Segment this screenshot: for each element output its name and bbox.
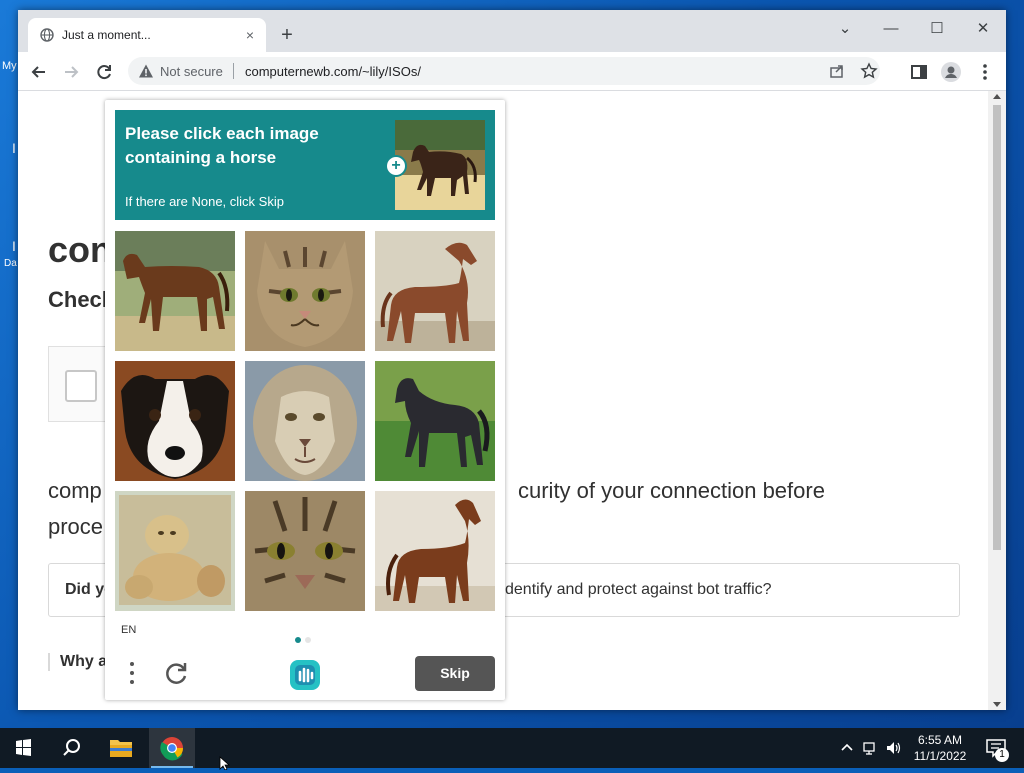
desktop-icon-label[interactable]: I [12,140,16,156]
desktop-icon-label[interactable]: My [2,60,17,72]
system-clock[interactable]: 6:55 AM 11/1/2022 [912,732,968,764]
language-selector[interactable]: EN [121,624,136,636]
minimize-button[interactable]: — [876,16,906,42]
zoom-plus-icon[interactable]: + [385,155,407,177]
captcha-hint: If there are None, click Skip [125,194,284,209]
captcha-prompt: Please click each image containing a hor… [125,124,319,167]
verify-checkbox[interactable] [65,370,97,402]
why-section-heading: Why a [48,653,107,671]
faq-question-end: dentify and protect against bot traffic? [505,581,772,598]
address-bar[interactable]: Not secure computernewb.com/~lily/ISOs/ [128,57,880,85]
toolbar: Not secure computernewb.com/~lily/ISOs/ [18,52,1006,91]
tab-just-a-moment[interactable]: Just a moment... × [28,18,266,52]
tile-chestnut-horse[interactable] [375,231,495,351]
page-dot-active [295,637,301,643]
tab-title: Just a moment... [62,28,151,42]
clock-date: 11/1/2022 [913,749,967,763]
tab-strip: Just a moment... × + ⌄ — ☐ ✕ [18,10,1006,52]
tab-search-button[interactable]: ⌄ [830,16,860,42]
chrome-taskbar-button[interactable] [149,728,195,768]
scroll-up-icon[interactable] [993,94,1001,99]
file-explorer-icon[interactable] [98,728,144,768]
tile-tabby-cat[interactable] [245,231,365,351]
chevron-up-icon[interactable] [838,739,856,757]
clock-time: 6:55 AM [917,733,963,747]
captcha-challenge: Please click each image containing a hor… [105,100,505,700]
tile-border-collie-dog[interactable] [115,361,235,481]
back-arrow-icon[interactable] [28,61,50,83]
skip-button[interactable]: Skip [415,656,495,691]
network-icon[interactable] [862,739,880,757]
divider [233,63,234,79]
warning-icon[interactable] [138,63,154,79]
captcha-header: Please click each image containing a hor… [115,110,495,220]
scroll-thumb[interactable] [993,105,1001,550]
tile-black-horse[interactable] [375,361,495,481]
desktop-icon-label[interactable]: I [12,238,16,254]
profile-avatar-icon[interactable] [940,61,962,83]
forward-arrow-icon[interactable] [60,61,82,83]
vertical-scrollbar[interactable] [988,91,1006,710]
search-icon[interactable] [48,728,94,768]
scroll-down-icon[interactable] [993,702,1001,707]
tile-lion-cubs[interactable] [115,491,235,611]
page-indicator [295,630,315,648]
refresh-icon[interactable] [163,660,189,686]
captcha-menu-icon[interactable] [125,660,139,686]
hcaptcha-logo-icon[interactable] [288,658,322,692]
tile-tabby-cat-closeup[interactable] [245,491,365,611]
star-icon[interactable] [860,62,878,80]
page-dot [305,637,311,643]
volume-icon[interactable] [884,739,902,757]
tile-brown-horse-standing[interactable] [375,491,495,611]
taskbar: 6:55 AM 11/1/2022 1 [0,728,1024,770]
paragraph-fragment: comp [48,478,102,503]
security-label[interactable]: Not secure [160,64,223,79]
page-title: con [48,229,113,270]
reload-icon[interactable] [93,61,115,83]
chrome-icon [160,737,183,761]
url-text[interactable]: computernewb.com/~lily/ISOs/ [245,64,421,79]
new-tab-button[interactable]: + [276,24,298,46]
globe-icon [40,28,54,42]
page-subtitle: Checl [48,287,108,312]
desktop-icon-label[interactable]: Da [4,258,17,269]
paragraph-fragment: curity of your connection before [518,478,825,503]
window-close-button[interactable]: ✕ [968,16,998,42]
close-icon[interactable]: × [240,25,260,45]
maximize-button[interactable]: ☐ [922,16,952,42]
tile-brown-horse[interactable] [115,231,235,351]
example-horse-image[interactable] [395,120,485,210]
tile-lion[interactable] [245,361,365,481]
share-icon[interactable] [828,62,846,80]
menu-kebab-icon[interactable] [974,61,996,83]
windows-start-icon[interactable] [0,728,46,768]
notification-badge: 1 [995,748,1009,762]
side-panel-icon[interactable] [908,61,930,83]
paragraph-fragment: proce [48,514,104,539]
